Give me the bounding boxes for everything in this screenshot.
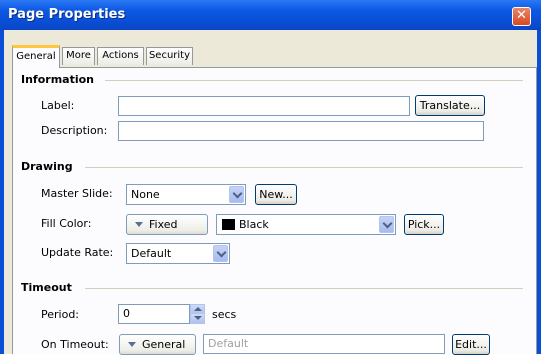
fill-mode-menu-button[interactable]: Fixed — [126, 214, 208, 235]
fill-color-select[interactable]: Black — [216, 214, 396, 235]
fill-color-value: Black — [239, 218, 269, 231]
increment-icon[interactable] — [191, 305, 204, 314]
period-caption: Period: — [41, 308, 80, 321]
chevron-down-icon[interactable] — [213, 245, 228, 262]
update-rate-caption: Update Rate: — [41, 246, 114, 259]
chevron-down-icon[interactable] — [379, 216, 394, 233]
period-unit: secs — [212, 308, 237, 321]
update-rate-select[interactable]: Default — [126, 243, 230, 264]
description-caption: Description: — [41, 124, 108, 137]
tab-general[interactable]: General — [12, 45, 60, 68]
new-master-slide-button[interactable]: New... — [255, 184, 297, 205]
information-heading: Information — [21, 73, 94, 86]
edit-timeout-action-button[interactable]: Edit... — [452, 334, 490, 355]
period-input[interactable]: 0 — [118, 304, 190, 324]
drawing-divider — [85, 167, 523, 168]
fill-mode-value: Fixed — [149, 218, 178, 231]
tab-security[interactable]: Security — [146, 47, 193, 65]
title-bar[interactable]: Page Properties ✕ — [0, 0, 541, 30]
dropdown-triangle-icon — [128, 341, 136, 347]
master-slide-caption: Master Slide: — [41, 187, 113, 200]
tab-more[interactable]: More — [62, 47, 95, 65]
master-slide-value: None — [131, 188, 160, 201]
dialog-client-area: General More Actions Security Informatio… — [4, 30, 537, 355]
fill-color-caption: Fill Color: — [41, 217, 92, 230]
on-timeout-mode-value: General — [142, 338, 186, 351]
timeout-divider — [85, 288, 523, 289]
update-rate-value: Default — [131, 247, 172, 260]
period-stepper[interactable] — [190, 304, 205, 324]
tab-actions[interactable]: Actions — [97, 47, 144, 65]
general-tab-panel: Information Label: Translate... Descript… — [12, 67, 537, 355]
description-input[interactable] — [118, 121, 484, 141]
color-swatch — [222, 219, 235, 230]
chevron-down-icon[interactable] — [229, 186, 244, 203]
translate-button[interactable]: Translate... — [415, 95, 485, 116]
on-timeout-action-input[interactable]: Default — [203, 334, 445, 354]
on-timeout-mode-menu-button[interactable]: General — [119, 334, 196, 355]
close-icon: ✕ — [516, 8, 527, 23]
page-properties-dialog: Page Properties ✕ General More Actions S… — [0, 0, 541, 355]
close-button[interactable]: ✕ — [512, 7, 531, 26]
master-slide-select[interactable]: None — [126, 184, 246, 205]
information-divider — [105, 80, 523, 81]
decrement-icon[interactable] — [191, 314, 204, 323]
label-input[interactable] — [118, 96, 410, 116]
dropdown-triangle-icon — [135, 221, 143, 227]
drawing-heading: Drawing — [21, 160, 73, 173]
pick-color-button[interactable]: Pick... — [404, 214, 444, 235]
timeout-heading: Timeout — [21, 281, 72, 294]
on-timeout-caption: On Timeout: — [41, 338, 109, 351]
label-caption: Label: — [41, 99, 75, 112]
window-title: Page Properties — [8, 7, 126, 22]
